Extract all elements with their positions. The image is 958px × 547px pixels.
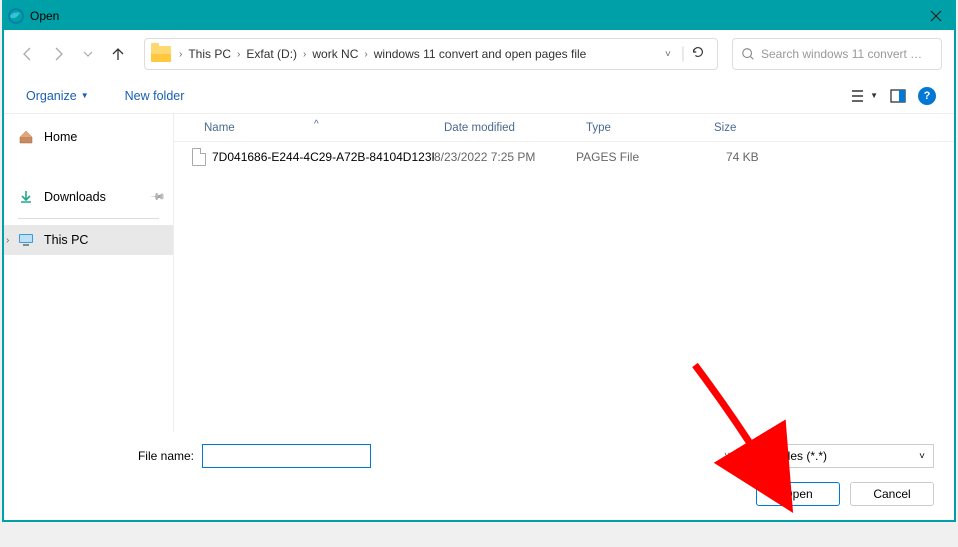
filename-row: File name: ˅ All files (*.*) ˅ [24, 444, 934, 468]
folder-icon [151, 46, 171, 62]
file-name-cell: 7D041686-E244-4C29-A72B-84104D123FA... [174, 148, 434, 166]
up-button[interactable] [106, 42, 130, 66]
chevron-right-icon: › [237, 49, 240, 60]
chevron-down-icon: ▼ [870, 91, 878, 100]
chevron-right-icon: › [303, 49, 306, 60]
download-icon [18, 189, 34, 205]
chevron-down-icon: ▼ [81, 91, 89, 100]
sidebar-item-this-pc[interactable]: › This PC [4, 225, 173, 255]
help-button[interactable]: ? [918, 87, 936, 105]
chevron-right-icon: › [364, 49, 367, 60]
computer-icon [18, 233, 34, 247]
column-size[interactable]: Size [696, 122, 776, 134]
divider [18, 218, 159, 219]
file-row[interactable]: 7D041686-E244-4C29-A72B-84104D123FA... 8… [174, 142, 954, 172]
column-type[interactable]: Type [576, 122, 696, 134]
open-button[interactable]: Open [756, 482, 840, 506]
button-row: Open Cancel [24, 482, 934, 506]
chevron-down-icon: ˅ [919, 451, 925, 462]
open-dialog: Open › This PC › Exfat (D:) › work NC › … [2, 0, 956, 522]
search-placeholder: Search windows 11 convert … [761, 47, 922, 61]
breadcrumb-item[interactable]: This PC [186, 45, 233, 63]
dialog-footer: File name: ˅ All files (*.*) ˅ Open Canc… [4, 432, 954, 520]
titlebar: Open [4, 2, 954, 30]
chevron-right-icon[interactable]: › [6, 235, 9, 246]
sort-indicator: ^ [314, 119, 319, 130]
cancel-button[interactable]: Cancel [850, 482, 934, 506]
chevron-down-icon: ˅ [724, 451, 730, 462]
search-input[interactable]: Search windows 11 convert … [732, 38, 942, 70]
file-icon [192, 148, 206, 166]
column-date[interactable]: Date modified [434, 122, 576, 134]
view-options[interactable]: ▼ [851, 89, 878, 103]
organize-menu[interactable]: Organize ▼ [22, 85, 93, 107]
breadcrumb-dropdown[interactable]: ˅ [665, 49, 671, 60]
window-title: Open [30, 9, 922, 23]
close-button[interactable] [922, 4, 950, 28]
preview-toggle[interactable] [890, 89, 906, 103]
forward-button[interactable] [46, 42, 70, 66]
file-date-cell: 8/23/2022 7:25 PM [434, 150, 576, 164]
chevron-right-icon: › [179, 49, 182, 60]
back-button[interactable] [16, 42, 40, 66]
file-type-filter[interactable]: All files (*.*) ˅ [744, 444, 934, 468]
column-name[interactable]: Name ^ [174, 122, 434, 134]
sidebar-item-downloads[interactable]: Downloads [4, 182, 173, 212]
breadcrumb-item[interactable]: Exfat (D:) [244, 45, 299, 63]
filename-label: File name: [24, 449, 194, 463]
recent-dropdown[interactable] [76, 42, 100, 66]
sidebar: Home Downloads › This PC [4, 114, 174, 432]
new-folder-button[interactable]: New folder [121, 85, 189, 107]
nav-toolbar: › This PC › Exfat (D:) › work NC › windo… [4, 30, 954, 78]
breadcrumb-item[interactable]: windows 11 convert and open pages file [372, 45, 589, 63]
home-icon [18, 129, 34, 145]
file-list-area: Name ^ Date modified Type Size 7D041686-… [174, 114, 954, 432]
breadcrumb[interactable]: › This PC › Exfat (D:) › work NC › windo… [144, 38, 718, 70]
file-type-cell: PAGES File [576, 150, 696, 164]
command-bar: Organize ▼ New folder ▼ ? [4, 78, 954, 114]
sidebar-item-home[interactable]: Home [4, 122, 173, 152]
dialog-body: Home Downloads › This PC Name ^ Date mod… [4, 114, 954, 432]
app-icon [8, 8, 24, 24]
column-headers: Name ^ Date modified Type Size [174, 114, 954, 142]
filename-input[interactable] [202, 444, 371, 468]
file-size-cell: 74 KB [696, 150, 776, 164]
refresh-button[interactable] [685, 45, 711, 64]
breadcrumb-item[interactable]: work NC [310, 45, 360, 63]
